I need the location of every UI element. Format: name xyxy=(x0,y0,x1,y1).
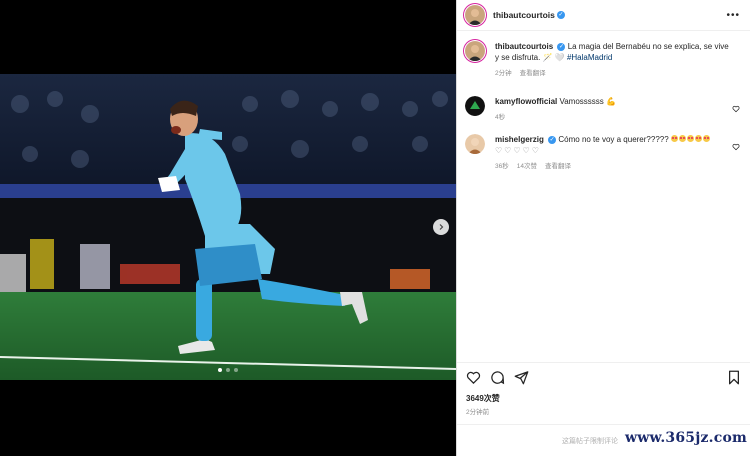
caption-time: 2分钟 xyxy=(495,70,512,77)
comments-restricted-notice: 这篇帖子限制评论 xyxy=(562,438,618,445)
photo-viewer xyxy=(0,0,456,456)
comment-list: thibautcourtois ✓ La magia del Bernabéu … xyxy=(457,36,750,183)
heart-eyes-emoji xyxy=(702,135,710,142)
heart-eyes-emoji xyxy=(694,135,702,142)
likes-count[interactable]: 3649次赞 xyxy=(466,393,500,404)
like-button[interactable] xyxy=(465,370,481,386)
verified-icon: ✓ xyxy=(557,42,566,51)
like-comment-heart-icon[interactable] xyxy=(732,143,740,151)
white-hearts-row: ♡♡♡♡♡ xyxy=(495,146,541,155)
comment-item: kamyflowofficial Vamossssss 💪 4秒 xyxy=(465,96,742,121)
comment-username[interactable]: mishelgerzig xyxy=(495,135,544,144)
translate-link[interactable]: 查看翻译 xyxy=(520,67,546,77)
goalkeeper-photo xyxy=(0,74,456,380)
comment-icon xyxy=(490,371,504,385)
caption: thibautcourtois ✓ La magia del Bernabéu … xyxy=(465,41,742,77)
site-watermark: www.365jz.com xyxy=(625,430,748,446)
comment-time: 36秒 xyxy=(495,163,509,170)
heart-eyes-emoji-group xyxy=(670,135,710,142)
post-header: thibautcourtois ✓ ••• xyxy=(457,0,750,31)
bookmark-icon xyxy=(729,370,739,385)
comment-username[interactable]: kamyflowofficial xyxy=(495,97,557,106)
comment-text: Cómo no te voy a querer????? xyxy=(558,135,669,144)
share-button[interactable] xyxy=(513,370,529,386)
heart-icon xyxy=(466,371,480,385)
avatar[interactable] xyxy=(465,96,485,116)
post-time: 2分钟前 xyxy=(466,409,490,416)
hashtag-link[interactable]: #HalaMadrid xyxy=(567,53,612,62)
carousel-dot xyxy=(226,368,230,372)
post-sidebar: thibautcourtois ✓ ••• thibautcourtois ✓ … xyxy=(456,0,750,456)
verified-icon: ✓ xyxy=(548,135,557,144)
header-username[interactable]: thibautcourtois xyxy=(493,10,555,20)
next-slide-button[interactable] xyxy=(433,219,449,235)
save-button[interactable] xyxy=(726,370,742,386)
carousel-dot xyxy=(234,368,238,372)
heart-eyes-emoji xyxy=(678,135,686,142)
comment-item: mishelgerzig ✓ Cómo no te voy a querer??… xyxy=(465,134,742,170)
carousel-dot xyxy=(218,368,222,372)
heart-eyes-emoji xyxy=(670,135,678,142)
comment-button[interactable] xyxy=(489,370,505,386)
send-icon xyxy=(514,371,528,385)
action-bar xyxy=(457,362,750,392)
caption-username[interactable]: thibautcourtois xyxy=(495,42,553,51)
chevron-right-icon xyxy=(439,224,444,230)
comment-time: 4秒 xyxy=(495,114,506,121)
comment-likes[interactable]: 14次赞 xyxy=(517,160,537,170)
more-icon[interactable]: ••• xyxy=(726,10,740,21)
translate-link[interactable]: 查看翻译 xyxy=(545,160,571,170)
avatar[interactable] xyxy=(465,5,485,25)
post-photo xyxy=(0,74,456,380)
verified-icon: ✓ xyxy=(556,11,565,19)
avatar[interactable] xyxy=(465,41,485,61)
comment-text: Vamossssss 💪 xyxy=(559,97,616,106)
carousel-dots xyxy=(0,368,456,372)
like-comment-heart-icon[interactable] xyxy=(732,105,740,113)
avatar[interactable] xyxy=(465,134,485,154)
heart-eyes-emoji xyxy=(686,135,694,142)
